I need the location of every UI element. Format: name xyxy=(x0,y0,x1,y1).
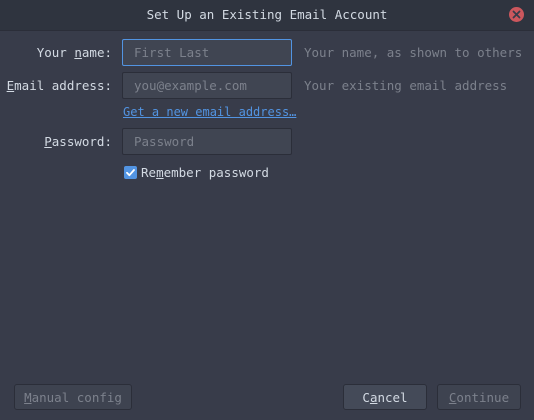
name-label: Your name: xyxy=(36,45,112,60)
remember-label[interactable]: Remember password xyxy=(141,165,269,180)
password-label: Password: xyxy=(44,134,112,149)
window-title: Set Up an Existing Email Account xyxy=(146,7,388,22)
remember-checkbox[interactable] xyxy=(124,166,137,179)
name-hint: Your name, as shown to others xyxy=(304,45,523,60)
name-input[interactable] xyxy=(122,39,292,66)
close-icon xyxy=(512,10,521,19)
cancel-button[interactable]: Ca ncel xyxy=(343,384,427,410)
email-hint: Your existing email address xyxy=(304,78,508,93)
check-icon xyxy=(126,169,135,177)
password-input[interactable] xyxy=(122,128,292,155)
new-email-link[interactable]: Get a new email address… xyxy=(123,105,296,119)
close-button[interactable] xyxy=(509,7,524,22)
manual-config-button[interactable]: Manual config xyxy=(14,384,132,410)
email-input[interactable] xyxy=(122,72,292,99)
email-label: Email address: xyxy=(6,78,112,93)
title-bar: Set Up an Existing Email Account xyxy=(0,0,534,31)
continue-button[interactable]: Continue xyxy=(437,384,521,410)
